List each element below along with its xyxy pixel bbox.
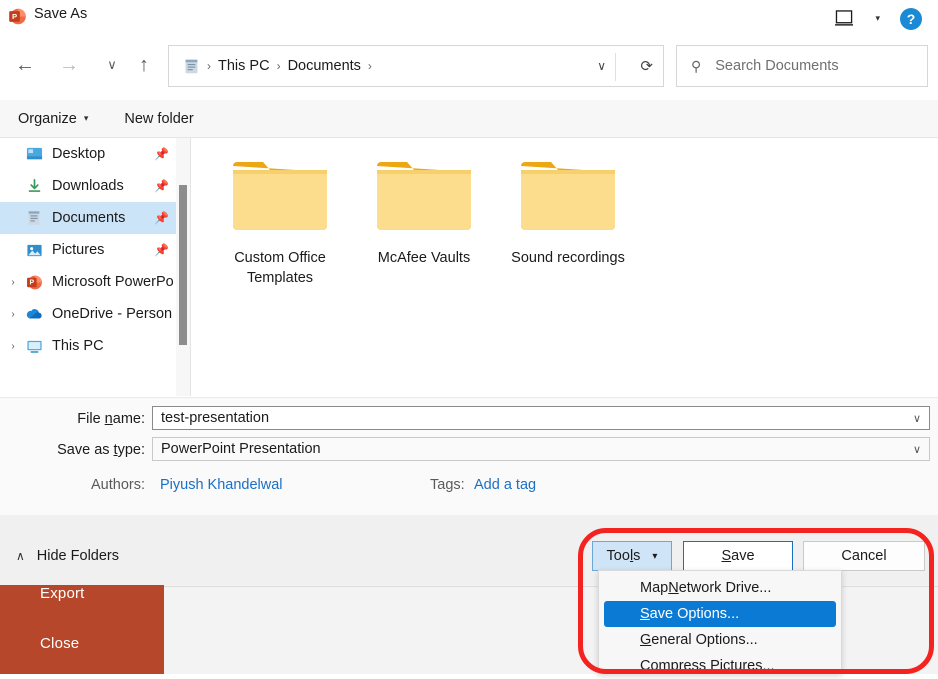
sidebar-item-downloads[interactable]: Downloads 📌 [0,170,183,202]
file-name-field[interactable]: ∨ [152,406,930,430]
save-as-type-label: Save as type: [57,442,145,458]
file-name: Custom Office Templates [234,250,326,286]
cancel-button[interactable]: Cancel [803,541,925,571]
breadcrumb-item-this-pc[interactable]: This PC [218,58,270,74]
refresh-icon[interactable]: ⟳ [640,46,653,86]
file-name: McAfee Vaults [377,250,471,266]
desktop-icon [24,145,44,163]
dialog-titlebar: P Save As ✕ [0,0,938,34]
tools-button[interactable]: Tools ▾ [592,541,672,571]
tree-expander[interactable]: › [6,309,20,320]
breadcrumb-separator-1: › [276,59,281,73]
save-button[interactable]: Save [683,541,793,571]
add-a-tag-link[interactable]: Add a tag [474,477,536,493]
chevron-up-icon: ∧ [16,549,25,563]
chevron-down-icon[interactable]: ∨ [913,412,921,425]
sidebar-item-label: Downloads [52,178,124,194]
authors-label: Authors: [91,477,145,493]
tools-dropdown-menu: Map Network Drive... Save Options... Gen… [598,570,842,674]
sidebar-item-microsoft-powerpoint[interactable]: › P Microsoft PowerPo [0,266,183,298]
forward-button[interactable]: → [52,48,86,82]
download-icon [24,177,44,195]
sidebar-item-onedrive[interactable]: › OneDrive - Person [0,298,183,330]
chevron-down-icon: ▾ [652,550,658,562]
command-bar: Organize ▾ New folder [0,100,938,138]
sidebar-item-label: Desktop [52,146,106,162]
tree-expander[interactable]: › [6,277,20,288]
svg-text:P: P [12,12,17,21]
pin-icon: 📌 [154,211,169,225]
search-box[interactable]: ⚲ [676,45,928,87]
sidebar-item-desktop[interactable]: Desktop 📌 [0,138,183,170]
authors-value[interactable]: Piyush Khandelwal [160,477,283,493]
sidebar-item-pictures[interactable]: Pictures 📌 [0,234,183,266]
organize-button[interactable]: Organize ▾ [18,111,88,127]
menu-item-save-options[interactable]: Save Options... [604,601,836,627]
pin-icon: 📌 [154,243,169,257]
save-as-dialog: P Save As ✕ ← → ∨ ↑ › This PC › Document… [0,0,938,674]
view-options-chevron-icon[interactable]: ▾ [875,13,880,24]
organize-label: Organize [18,110,77,127]
tools-label: Tools [606,548,641,564]
back-button[interactable]: ← [8,48,42,82]
file-name: Sound recordings [511,250,625,266]
search-input[interactable] [713,57,914,75]
menu-item-general-options[interactable]: General Options... [604,627,836,653]
file-name-label: File name: [77,411,145,427]
thispc-icon [24,337,44,355]
tree-expander[interactable]: › [6,341,20,352]
tags-label: Tags: [430,477,465,493]
search-icon: ⚲ [691,57,702,74]
file-item[interactable]: Custom Office Templates [204,154,356,288]
hide-folders-button[interactable]: ∧ Hide Folders [16,548,119,564]
menu-item-compress-pictures[interactable]: Compress Pictures... [604,653,836,679]
powerpoint-icon: P [9,8,26,25]
sidebar-item-documents[interactable]: Documents 📌 [0,202,183,234]
svg-text:P: P [29,279,34,286]
navigation-pane: Desktop 📌 Downloads 📌 Documents 📌 Pictur… [0,138,183,398]
hide-folders-label: Hide Folders [36,548,119,564]
sidebar-item-label: Documents [52,210,126,226]
chevron-down-icon: ▾ [83,113,89,123]
sidebar-item-label: Pictures [52,242,105,258]
chevron-down-icon[interactable]: ∨ [913,443,921,456]
folder-icon [229,154,331,236]
breadcrumb-separator-0: › [207,59,211,73]
save-as-type-select[interactable]: ∨ [152,437,930,461]
file-item[interactable]: McAfee Vaults [348,154,500,268]
sidebar-scrollbar-thumb[interactable] [179,185,187,345]
breadcrumb-dropdown-icon[interactable]: ∨ [597,46,606,86]
file-name-input[interactable] [159,409,894,427]
menu-item-map-network-drive[interactable]: Map Network Drive... [604,575,836,601]
sidebar-item-label: This PC [52,338,104,354]
documents-icon [185,59,198,73]
dialog-title: Save As [34,6,88,22]
pin-icon: 📌 [154,179,169,193]
backstage-export-item[interactable]: Export [40,585,85,602]
breadcrumb[interactable]: › This PC › Documents › ∨ ⟳ [168,45,664,87]
folder-icon [517,154,619,236]
pane-splitter[interactable] [190,138,191,396]
documents-icon [24,209,44,227]
file-list: Custom Office Templates McAfee Vaults So… [196,138,938,396]
recent-locations-button[interactable]: ∨ [95,48,129,82]
sidebar-item-this-pc[interactable]: › This PC [0,330,183,362]
onedrive-icon [24,305,44,323]
help-icon[interactable]: ? [900,8,922,30]
breadcrumb-divider [615,53,616,81]
view-layout-icon[interactable] [835,10,854,27]
backstage-close-item[interactable]: Close [40,635,79,652]
sidebar-item-label: Microsoft PowerPo [52,274,174,290]
new-folder-button[interactable]: New folder [124,111,193,127]
powerpoint-icon: P [24,273,44,291]
breadcrumb-item-documents[interactable]: Documents [288,58,361,74]
sidebar-item-label: OneDrive - Person [52,306,173,322]
up-button[interactable]: ↑ [127,48,161,82]
folder-icon [373,154,475,236]
breadcrumb-separator-2[interactable]: › [361,59,379,73]
pin-icon: 📌 [154,147,169,161]
pictures-icon [24,241,44,259]
file-item[interactable]: Sound recordings [492,154,644,268]
save-as-type-value[interactable] [159,440,894,458]
